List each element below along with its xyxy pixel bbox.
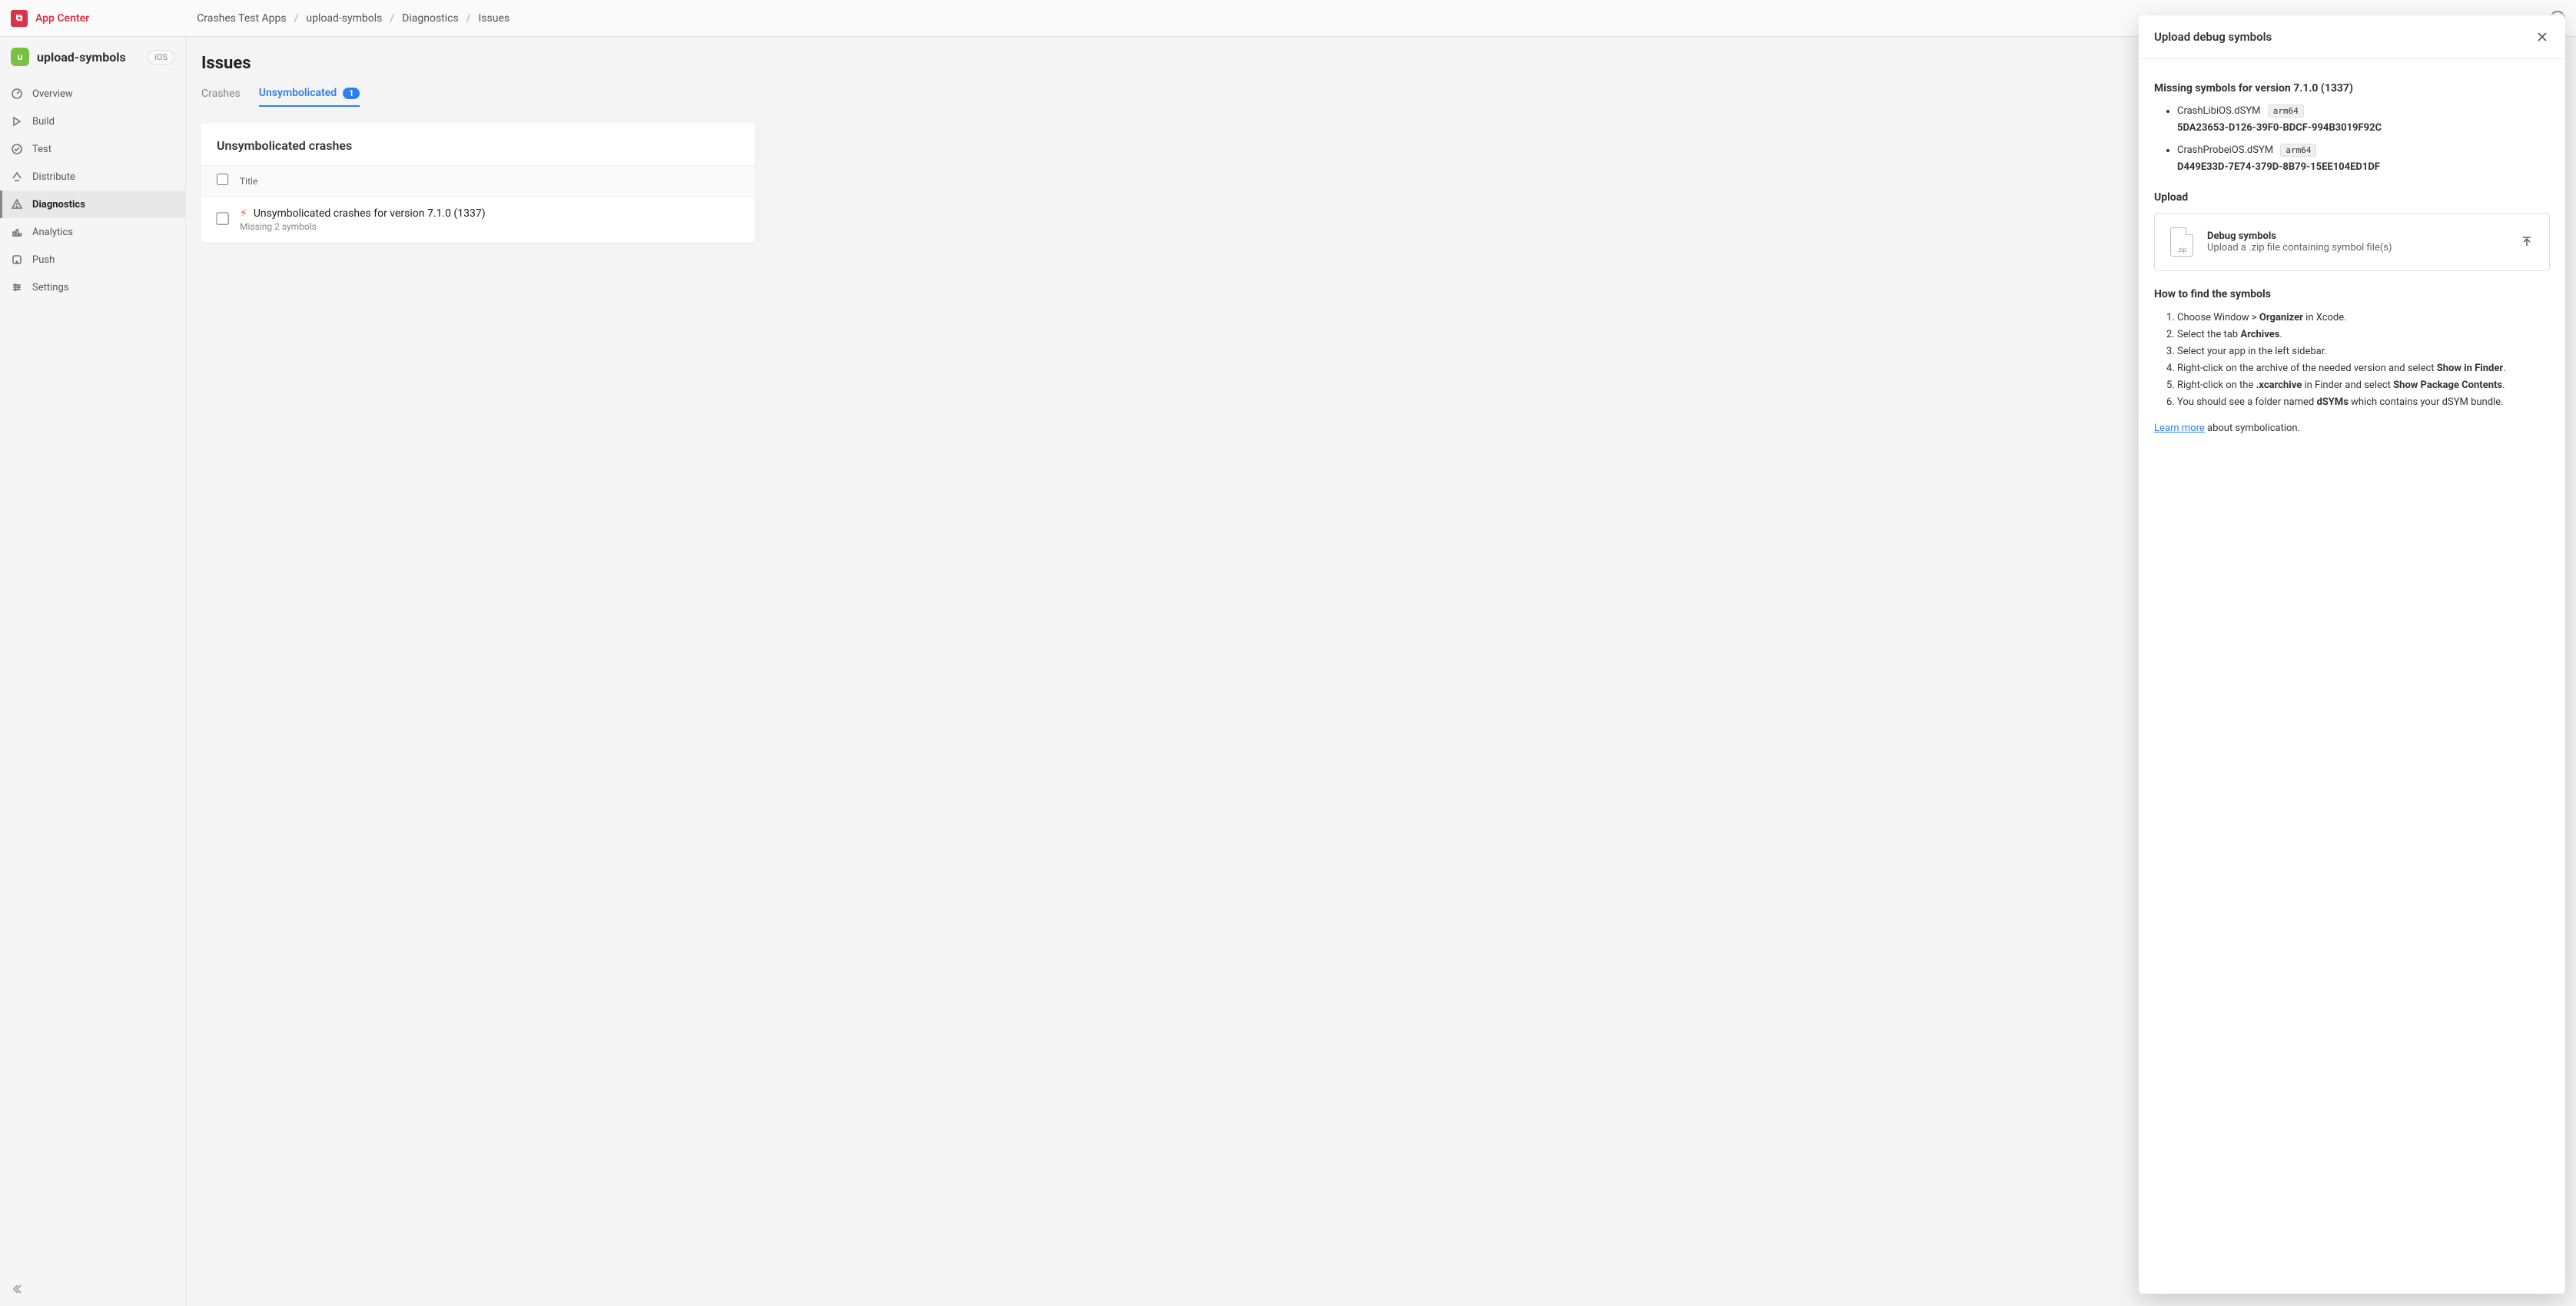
- help-step: Choose Window > Organizer in Xcode.: [2177, 310, 2550, 326]
- symbol-filename: CrashProbeiOS.dSYM: [2177, 144, 2273, 156]
- sidebar-item-build[interactable]: Build: [0, 108, 185, 135]
- tab-unsymbolicated[interactable]: Unsymbolicated 1: [259, 87, 360, 107]
- sidebar-item-label: Push: [32, 254, 55, 266]
- sidebar-item-label: Test: [32, 144, 51, 155]
- breadcrumb-item[interactable]: Diagnostics: [402, 12, 459, 25]
- sidebar-item-analytics[interactable]: Analytics: [0, 218, 185, 246]
- tab-crashes[interactable]: Crashes: [201, 88, 241, 106]
- sidebar-item-overview[interactable]: Overview: [0, 80, 185, 108]
- symbol-item: CrashLibiOS.dSYM arm64 5DA23653-D126-39F…: [2177, 104, 2550, 135]
- build-icon: [11, 115, 23, 128]
- missing-symbols-heading: Missing symbols for version 7.1.0 (1337): [2154, 82, 2550, 94]
- breadcrumb-separator: /: [466, 12, 471, 25]
- row-subtitle: Missing 2 symbols: [240, 221, 486, 232]
- tab-label: Unsymbolicated: [259, 87, 337, 99]
- app-header: u upload-symbols iOS: [0, 37, 185, 77]
- breadcrumb-separator: /: [390, 12, 394, 25]
- nav: Overview Build Test Distribute Diagnosti…: [0, 77, 185, 301]
- platform-chip: iOS: [148, 50, 174, 65]
- help-step: Select the tab Archives.: [2177, 326, 2550, 343]
- breadcrumb-item[interactable]: Crashes Test Apps: [197, 12, 286, 25]
- diagnostics-icon: [11, 198, 23, 210]
- sidebar-item-label: Overview: [32, 88, 73, 100]
- table-header: Title: [201, 165, 755, 197]
- tab-badge: 1: [343, 88, 360, 99]
- symbol-uuid: 5DA23653-D126-39F0-BDCF-994B3019F92C: [2177, 121, 2550, 136]
- missing-symbols-list: CrashLibiOS.dSYM arm64 5DA23653-D126-39F…: [2154, 104, 2550, 174]
- sidebar-item-label: Diagnostics: [32, 199, 85, 210]
- push-icon: [11, 254, 23, 266]
- symbol-filename: CrashLibiOS.dSYM: [2177, 105, 2260, 117]
- distribute-icon: [11, 171, 23, 183]
- upload-arrow-icon: [2520, 235, 2534, 249]
- overview-icon: [11, 88, 23, 100]
- learn-more-link[interactable]: Learn more: [2154, 423, 2205, 434]
- zip-icon: .zip: [2170, 227, 2193, 257]
- breadcrumb-separator: /: [294, 12, 299, 25]
- symbol-item: CrashProbeiOS.dSYM arm64 D449E33D-7E74-3…: [2177, 143, 2550, 174]
- help-heading: How to find the symbols: [2154, 288, 2550, 300]
- symbol-arch: arm64: [2280, 144, 2316, 157]
- select-all-checkbox[interactable]: [217, 174, 228, 185]
- crashes-card: Unsymbolicated crashes Title ⚡︎ Unsymbol…: [201, 123, 755, 243]
- tab-label: Crashes: [201, 88, 241, 100]
- sidebar-item-label: Distribute: [32, 171, 75, 183]
- sidebar-item-diagnostics[interactable]: Diagnostics: [0, 191, 185, 218]
- settings-icon: [11, 281, 23, 293]
- help-steps: Choose Window > Organizer in Xcode. Sele…: [2154, 310, 2550, 412]
- sidebar-item-test[interactable]: Test: [0, 135, 185, 163]
- card-title: Unsymbolicated crashes: [201, 123, 755, 165]
- upload-panel: Upload debug symbols Missing symbols for…: [2139, 15, 2565, 1294]
- close-button[interactable]: [2535, 29, 2550, 45]
- symbol-uuid: D449E33D-7E74-379D-8B79-15EE104ED1DF: [2177, 160, 2550, 175]
- help-step: Select your app in the left sidebar.: [2177, 343, 2550, 360]
- test-icon: [11, 143, 23, 155]
- row-title-text: Unsymbolicated crashes for version 7.1.0…: [254, 207, 486, 220]
- brand-label[interactable]: App Center: [35, 12, 89, 25]
- table-row[interactable]: ⚡︎ Unsymbolicated crashes for version 7.…: [201, 197, 755, 243]
- sidebar-item-distribute[interactable]: Distribute: [0, 163, 185, 191]
- sidebar-item-label: Build: [32, 116, 55, 128]
- upload-title: Debug symbols: [2207, 230, 2392, 242]
- analytics-icon: [11, 226, 23, 238]
- learn-more-suffix: about symbolication.: [2205, 423, 2300, 434]
- sidebar-item-label: Settings: [32, 282, 68, 293]
- breadcrumb-item[interactable]: Issues: [479, 12, 510, 25]
- panel-header: Upload debug symbols: [2139, 15, 2565, 59]
- row-checkbox[interactable]: [216, 212, 229, 225]
- panel-title: Upload debug symbols: [2154, 30, 2272, 44]
- help-step: Right-click on the .xcarchive in Finder …: [2177, 377, 2550, 394]
- upload-heading: Upload: [2154, 191, 2550, 204]
- upload-subtitle: Upload a .zip file containing symbol fil…: [2207, 242, 2392, 254]
- collapse-sidebar-button[interactable]: [8, 1280, 26, 1298]
- sidebar-item-label: Analytics: [32, 227, 73, 238]
- upload-dropzone[interactable]: .zip Debug symbols Upload a .zip file co…: [2154, 213, 2550, 271]
- sidebar: u upload-symbols iOS Overview Build Test…: [0, 37, 186, 1306]
- help-step: You should see a folder named dSYMs whic…: [2177, 394, 2550, 411]
- sidebar-item-push[interactable]: Push: [0, 246, 185, 273]
- crash-icon: ⚡︎: [240, 207, 247, 220]
- sidebar-item-settings[interactable]: Settings: [0, 273, 185, 301]
- breadcrumb: Crashes Test Apps / upload-symbols / Dia…: [197, 12, 510, 25]
- column-title: Title: [240, 176, 257, 187]
- brand-logo[interactable]: ⧉: [11, 10, 28, 27]
- breadcrumb-item[interactable]: upload-symbols: [306, 12, 382, 25]
- app-name: upload-symbols: [37, 50, 140, 65]
- symbol-arch: arm64: [2268, 104, 2304, 118]
- app-icon: u: [11, 48, 29, 66]
- help-step: Right-click on the archive of the needed…: [2177, 360, 2550, 377]
